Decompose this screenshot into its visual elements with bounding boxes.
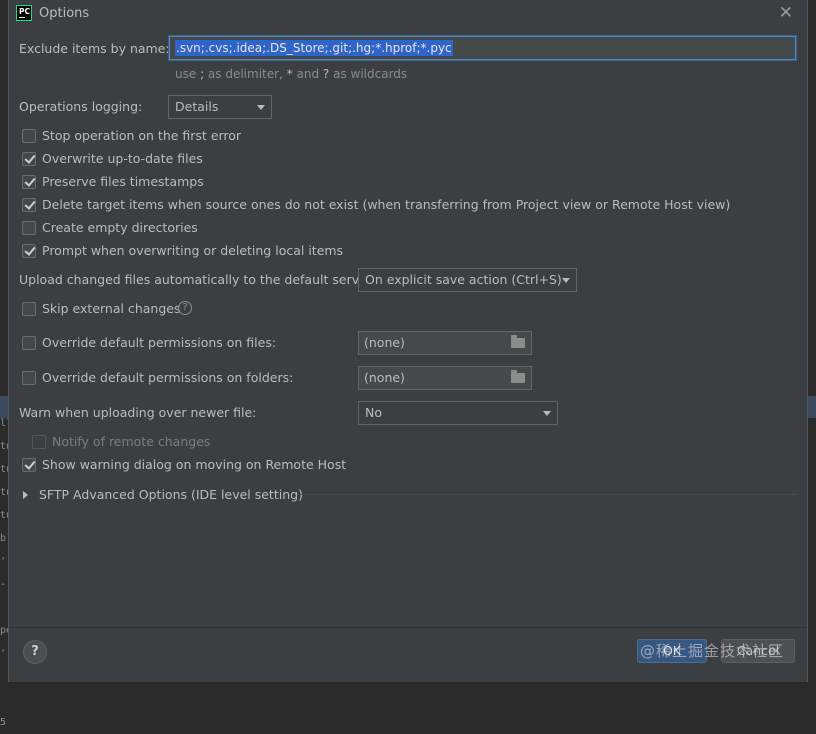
exclude-items-hint: use ; as delimiter, * and ? as wildcards bbox=[175, 67, 408, 81]
operations-logging-value: Details bbox=[175, 99, 219, 114]
watermark: @稀土掘金技术社区 bbox=[640, 642, 785, 660]
checkbox-box bbox=[22, 198, 36, 212]
show-warning-label: Show warning dialog on moving on Remote … bbox=[42, 457, 347, 472]
dialog-title: Options bbox=[39, 6, 90, 21]
checkbox-box bbox=[22, 371, 36, 385]
folders-permissions-field[interactable]: (none) bbox=[358, 366, 532, 390]
checkbox-box bbox=[22, 175, 36, 189]
create-empty-dirs-label: Create empty directories bbox=[42, 220, 198, 235]
warn-upload-value: No bbox=[365, 405, 382, 420]
skip-external-label: Skip external changes bbox=[42, 301, 181, 316]
delete-target-label: Delete target items when source ones do … bbox=[42, 197, 731, 212]
background-editor-strip: ll tu tu tu tu b ' / - pe ' / 5 bbox=[0, 0, 8, 728]
operations-logging-label: Operations logging: bbox=[19, 99, 143, 114]
chevron-down-icon bbox=[257, 105, 265, 110]
folders-permissions-value: (none) bbox=[364, 370, 405, 385]
files-permissions-value: (none) bbox=[364, 335, 405, 350]
override-files-label: Override default permissions on files: bbox=[42, 335, 277, 350]
exclude-items-input[interactable]: .svn;.cvs;.idea;.DS_Store;.git;.hg;*.hpr… bbox=[169, 36, 796, 60]
pycharm-app-icon: PC bbox=[16, 5, 32, 21]
override-folders-label: Override default permissions on folders: bbox=[42, 370, 294, 385]
warn-upload-select[interactable]: No bbox=[358, 401, 558, 425]
files-permissions-field[interactable]: (none) bbox=[358, 331, 532, 355]
notify-remote-label: Notify of remote changes bbox=[52, 434, 211, 449]
question-circle-icon[interactable]: ? bbox=[178, 301, 192, 315]
checkbox-box bbox=[22, 244, 36, 258]
footer-separator bbox=[9, 627, 807, 628]
checkbox-box bbox=[22, 302, 36, 316]
stop-on-error-label: Stop operation on the first error bbox=[42, 128, 242, 143]
help-button[interactable]: ? bbox=[23, 640, 47, 664]
checkbox-box bbox=[22, 152, 36, 166]
overwrite-label: Overwrite up-to-date files bbox=[42, 151, 203, 166]
checkbox-box bbox=[32, 435, 46, 449]
options-dialog: PC Options ✕ Exclude items by name: .svn… bbox=[8, 0, 808, 682]
triangle-right-icon bbox=[23, 491, 28, 499]
operations-logging-select[interactable]: Details bbox=[168, 95, 272, 119]
section-separator bbox=[297, 494, 797, 495]
preserve-timestamps-label: Preserve files timestamps bbox=[42, 174, 204, 189]
exclude-items-label: Exclude items by name: bbox=[19, 41, 170, 56]
chevron-down-icon bbox=[543, 411, 551, 416]
sftp-advanced-label: SFTP Advanced Options (IDE level setting… bbox=[39, 487, 303, 502]
background-selection-right bbox=[808, 396, 816, 418]
background-editor-text: ll tu tu tu tu b ' / - pe ' / 5 bbox=[0, 418, 8, 728]
close-icon[interactable]: ✕ bbox=[779, 3, 793, 23]
folder-icon[interactable] bbox=[511, 335, 525, 348]
checkbox-box bbox=[22, 129, 36, 143]
checkbox-box bbox=[22, 336, 36, 350]
title-bar: PC Options ✕ bbox=[9, 0, 807, 28]
chevron-down-icon bbox=[562, 278, 570, 283]
checkbox-box bbox=[22, 458, 36, 472]
warn-upload-label: Warn when uploading over newer file: bbox=[19, 405, 257, 420]
exclude-items-value: .svn;.cvs;.idea;.DS_Store;.git;.hg;*.hpr… bbox=[175, 40, 453, 56]
upload-changed-select[interactable]: On explicit save action (Ctrl+S) bbox=[358, 268, 577, 292]
upload-changed-label: Upload changed files automatically to th… bbox=[19, 272, 372, 287]
folder-icon[interactable] bbox=[511, 370, 525, 383]
upload-changed-value: On explicit save action (Ctrl+S) bbox=[365, 272, 562, 287]
prompt-overwrite-label: Prompt when overwriting or deleting loca… bbox=[42, 243, 344, 258]
checkbox-box bbox=[22, 221, 36, 235]
